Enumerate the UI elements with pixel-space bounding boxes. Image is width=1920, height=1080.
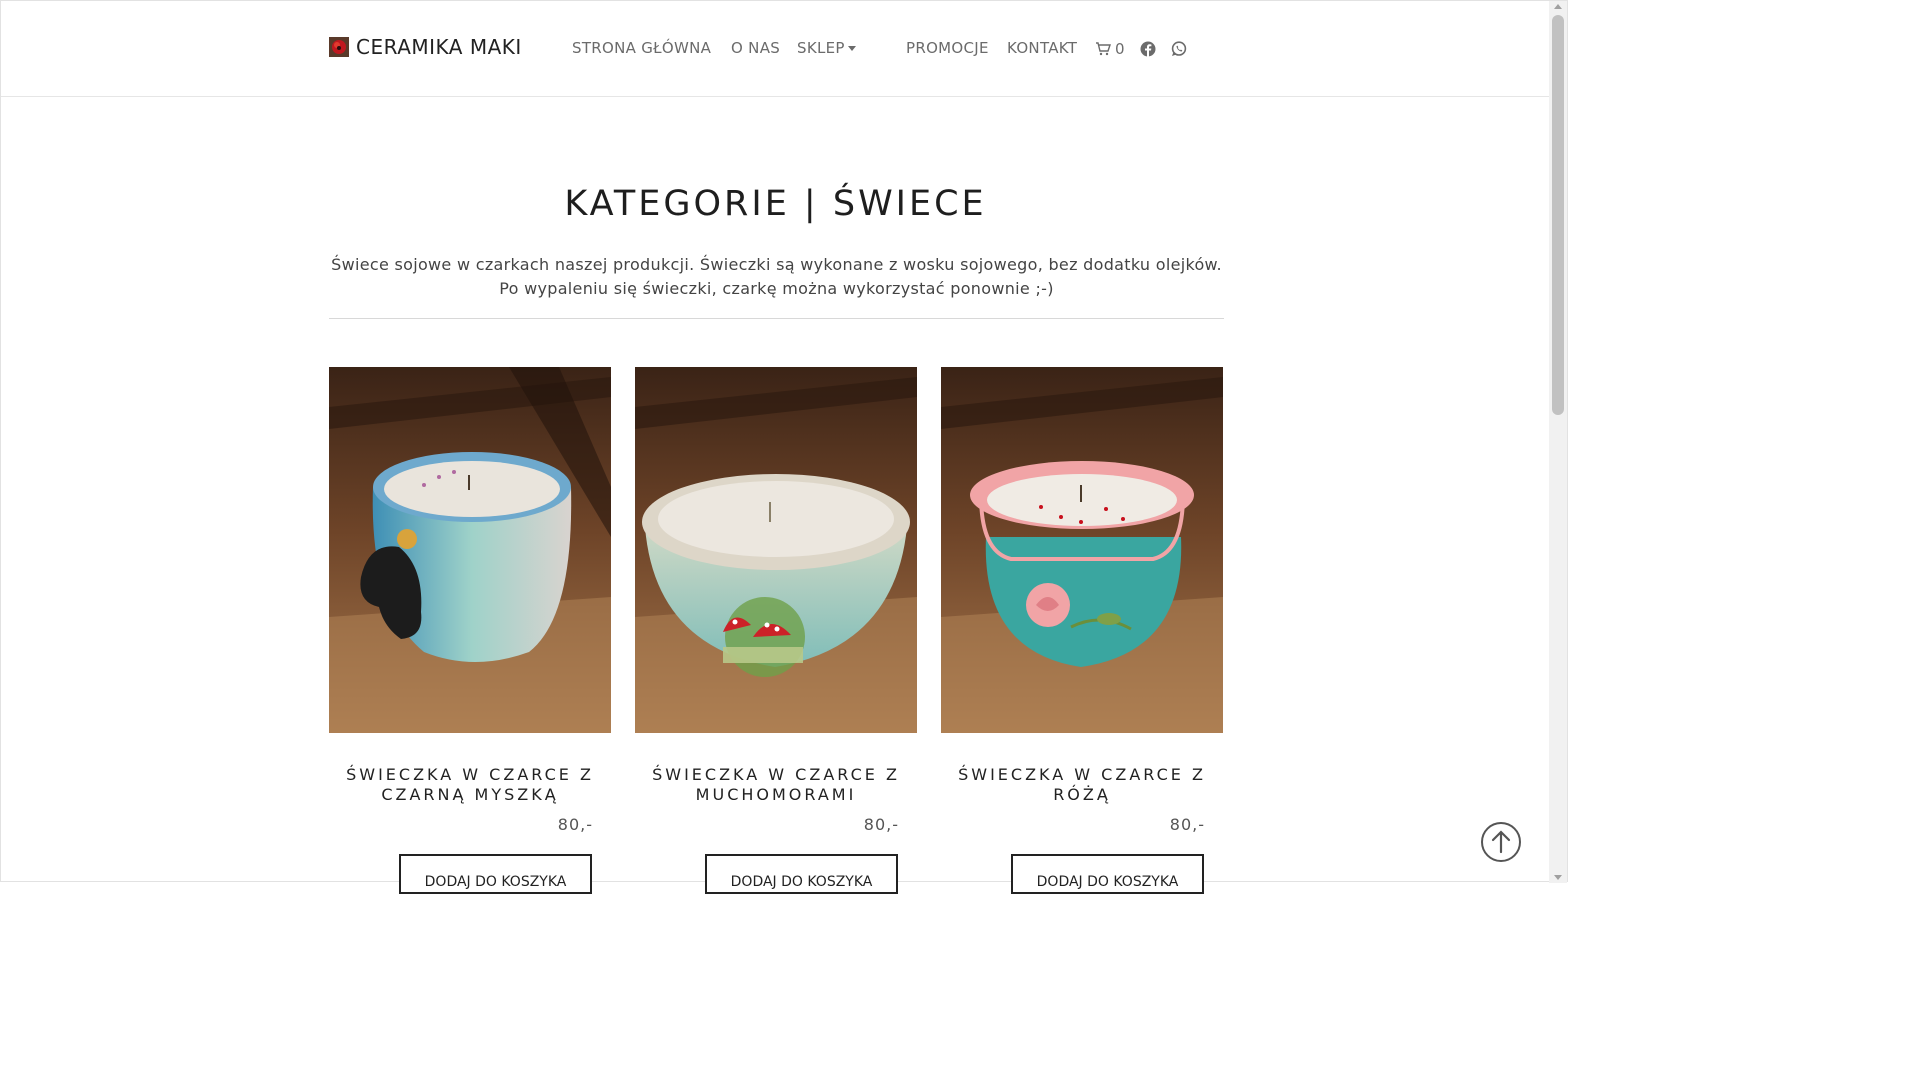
category-description: Świece sojowe w czarkach naszej produkcj… xyxy=(329,253,1224,301)
nav-about[interactable]: O NAS xyxy=(731,39,780,57)
whatsapp-link[interactable] xyxy=(1171,39,1187,59)
product-name[interactable]: ŚWIECZKA W CZARCE Z MUCHOMORAMI xyxy=(635,765,917,805)
add-to-cart-button[interactable]: DODAJ DO KOSZYKA xyxy=(399,854,592,894)
cart-count: 0 xyxy=(1115,40,1125,58)
page-title: KATEGORIE | ŚWIECE xyxy=(564,184,987,225)
divider xyxy=(329,318,1224,319)
arrow-up-circle-icon xyxy=(1481,822,1521,862)
scrollbar-thumb[interactable] xyxy=(1552,15,1564,415)
vertical-scrollbar[interactable] xyxy=(1549,1,1567,883)
brand[interactable]: CERAMIKA MAKI xyxy=(329,35,522,59)
nav-contact[interactable]: KONTAKT xyxy=(1007,39,1077,57)
facebook-link[interactable] xyxy=(1140,39,1156,59)
caret-down-icon xyxy=(847,46,856,51)
product-price: 80,- xyxy=(557,815,593,834)
nav-promotions[interactable]: PROMOCJE xyxy=(906,39,989,57)
site-header: CERAMIKA MAKI STRONA GŁÓWNA O NAS SKLEP … xyxy=(1,1,1550,97)
nav-shop-label: SKLEP xyxy=(797,39,845,57)
scroll-up-arrow-icon[interactable] xyxy=(1554,4,1562,9)
description-line: Świece sojowe w czarkach naszej produkcj… xyxy=(331,255,1222,274)
nav-home[interactable]: STRONA GŁÓWNA xyxy=(572,39,711,57)
product-price: 80,- xyxy=(1169,815,1205,834)
product-card: ŚWIECZKA W CZARCE Z MUCHOMORAMI 80,- DOD… xyxy=(635,367,917,894)
facebook-icon xyxy=(1140,41,1156,57)
product-card: ŚWIECZKA W CZARCE Z RÓŻĄ 80,- DODAJ DO K… xyxy=(941,367,1223,894)
description-line: Po wypaleniu się świeczki, czarkę można … xyxy=(499,279,1054,298)
scroll-down-arrow-icon[interactable] xyxy=(1554,875,1562,880)
product-image[interactable] xyxy=(635,367,917,733)
product-image[interactable] xyxy=(329,367,611,733)
product-name[interactable]: ŚWIECZKA W CZARCE Z RÓŻĄ xyxy=(941,765,1223,805)
whatsapp-icon xyxy=(1171,41,1187,56)
brand-name: CERAMIKA MAKI xyxy=(356,35,522,59)
add-to-cart-button[interactable]: DODAJ DO KOSZYKA xyxy=(705,854,898,894)
cart-icon xyxy=(1096,42,1111,56)
back-to-top-button[interactable] xyxy=(1481,822,1521,862)
product-image[interactable] xyxy=(941,367,1223,733)
product-price: 80,- xyxy=(863,815,899,834)
cart-link[interactable]: 0 xyxy=(1095,39,1125,59)
product-name[interactable]: ŚWIECZKA W CZARCE Z CZARNĄ MYSZKĄ xyxy=(329,765,611,805)
nav-shop-dropdown[interactable]: SKLEP xyxy=(797,39,856,57)
poppy-logo-icon xyxy=(329,37,349,57)
product-card: ŚWIECZKA W CZARCE Z CZARNĄ MYSZKĄ 80,- D… xyxy=(329,367,611,894)
add-to-cart-button[interactable]: DODAJ DO KOSZYKA xyxy=(1011,854,1204,894)
